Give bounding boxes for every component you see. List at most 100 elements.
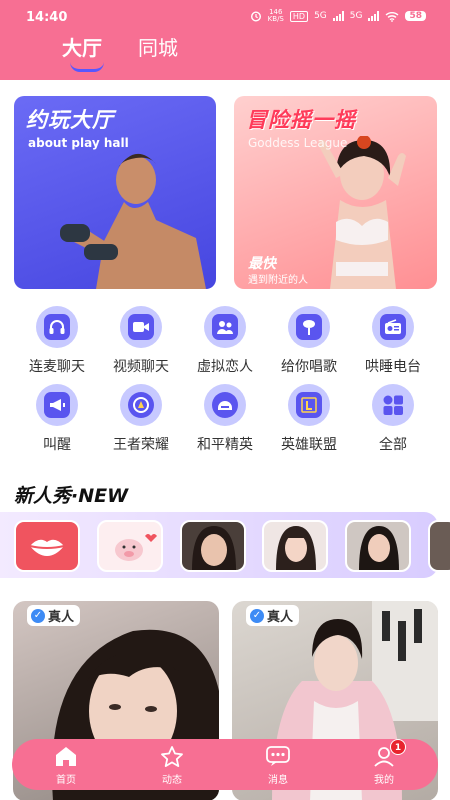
category-icon-inner xyxy=(380,392,406,418)
category-icon-inner xyxy=(380,314,406,340)
top-tabs: 大厅 同城 xyxy=(62,32,178,72)
girl-image xyxy=(318,136,406,289)
category-icon-inner xyxy=(44,314,70,340)
tab-same-city-label: 同城 xyxy=(138,36,178,60)
category-icon-inner xyxy=(296,392,322,418)
net-speed-unit: KB/S xyxy=(267,15,284,23)
category-voice-chat[interactable]: 连麦聊天 xyxy=(14,306,98,375)
banner-left-title: 约玩大厅 xyxy=(26,108,114,132)
new-user-avatar-5[interactable] xyxy=(345,520,411,572)
category-video-chat[interactable]: 视频聊天 xyxy=(98,306,182,375)
nav-moments-label: 动态 xyxy=(162,775,182,786)
verified-check-icon: ✓ xyxy=(250,608,264,623)
category-icon-bg xyxy=(288,384,330,426)
category-icon-bg xyxy=(120,384,162,426)
megaphone-icon xyxy=(50,399,65,411)
nav-icon-wrap xyxy=(159,743,185,769)
signal-1-label: 5G xyxy=(314,11,327,21)
signal-2-label: 5G xyxy=(349,11,363,21)
boxer-image xyxy=(60,153,206,289)
star-icon xyxy=(161,746,183,767)
chat-icon xyxy=(266,746,290,766)
notification-badge: 1 xyxy=(390,739,406,755)
category-icon-inner xyxy=(212,314,238,340)
category-label: 王者荣耀 xyxy=(113,437,169,453)
new-user-avatar-1[interactable] xyxy=(14,520,80,572)
category-sleep-radio[interactable]: 哄睡电台 xyxy=(350,306,434,375)
category-icon-inner xyxy=(128,314,154,340)
alarm-icon xyxy=(250,11,261,22)
verified-badge: ✓ 真人 xyxy=(246,605,300,626)
system-icons: 146 KB/S HD 5G 5G 58 xyxy=(250,9,426,23)
category-label: 视频聊天 xyxy=(113,359,169,375)
category-peace-elite[interactable]: 和平精英 xyxy=(182,384,266,453)
verified-check-icon: ✓ xyxy=(31,608,45,623)
girl-avatar-image xyxy=(276,526,316,570)
verified-badge: ✓ 真人 xyxy=(27,605,81,626)
category-icon-inner xyxy=(212,392,238,418)
wifi-icon xyxy=(386,11,399,22)
new-user-avatar-6[interactable] xyxy=(428,520,450,572)
category-icon-bg xyxy=(36,384,78,426)
king-glory-icon xyxy=(133,397,149,413)
category-icon-bg xyxy=(288,306,330,348)
header-bar: 14:40 146 KB/S HD 5G 5G 58 大厅 同城 xyxy=(0,0,450,80)
category-icon-inner xyxy=(296,314,322,340)
category-label: 英雄联盟 xyxy=(281,437,337,453)
adventure-shake-banner[interactable]: 冒险摇一摇 Goddess League 最快 遇到附近的人 xyxy=(234,96,437,289)
nav-moments[interactable]: 动态 xyxy=(142,743,202,786)
couple-icon xyxy=(217,321,233,334)
category-icon-inner xyxy=(128,392,154,418)
bottom-navigation: 首页 动态 消息 我的 1 xyxy=(12,739,438,790)
category-label: 哄睡电台 xyxy=(365,359,421,375)
category-icon-bg xyxy=(204,384,246,426)
nav-messages-label: 消息 xyxy=(268,775,288,786)
category-label: 连麦聊天 xyxy=(29,359,85,375)
active-tab-indicator xyxy=(70,62,104,72)
nav-profile[interactable]: 我的 1 xyxy=(354,739,414,786)
tab-hall-label: 大厅 xyxy=(62,36,102,60)
category-icon-bg xyxy=(204,306,246,348)
nav-home-label: 首页 xyxy=(56,775,76,786)
status-bar: 14:40 146 KB/S HD 5G 5G 58 xyxy=(0,0,450,34)
category-icon-bg xyxy=(372,384,414,426)
net-speed: 146 KB/S xyxy=(268,9,284,23)
category-league-of-legends[interactable]: 英雄联盟 xyxy=(266,384,350,453)
category-icon-bg xyxy=(372,306,414,348)
category-all[interactable]: 全部 xyxy=(350,384,434,453)
hd-icon: HD xyxy=(289,10,309,22)
banner-right-subtitle: Goddess League xyxy=(248,136,348,150)
category-label: 全部 xyxy=(379,437,407,453)
banner-left-subtitle: about play hall xyxy=(28,136,129,150)
category-icon-inner xyxy=(44,392,70,418)
home-icon xyxy=(56,747,76,766)
nav-home[interactable]: 首页 xyxy=(36,743,96,786)
category-label: 给你唱歌 xyxy=(281,359,337,375)
play-hall-banner[interactable]: 约玩大厅 about play hall xyxy=(14,96,216,289)
category-virtual-lover[interactable]: 虚拟恋人 xyxy=(182,306,266,375)
category-king-glory[interactable]: 王者荣耀 xyxy=(98,384,182,453)
lips-avatar-image xyxy=(29,539,65,556)
category-label: 叫醒 xyxy=(43,437,71,453)
banner-right-tag-sub: 遇到附近的人 xyxy=(248,275,308,286)
nav-icon-wrap xyxy=(53,743,79,769)
banner-right-title: 冒险摇一摇 xyxy=(246,108,356,132)
nav-messages[interactable]: 消息 xyxy=(248,743,308,786)
video-camera-icon xyxy=(133,322,149,332)
new-user-avatar-2[interactable] xyxy=(97,520,163,572)
headset-icon xyxy=(49,320,65,334)
status-time: 14:40 xyxy=(26,10,68,25)
new-user-avatar-3[interactable] xyxy=(180,520,246,572)
category-label: 和平精英 xyxy=(197,437,253,453)
tab-hall[interactable]: 大厅 xyxy=(62,32,104,72)
signal-1-icon xyxy=(332,11,344,21)
category-sing-for-you[interactable]: 给你唱歌 xyxy=(266,306,350,375)
radio-icon xyxy=(385,319,401,334)
new-user-avatar-4[interactable] xyxy=(262,520,328,572)
tab-same-city[interactable]: 同城 xyxy=(138,32,178,61)
banner-right-tag: 最快 xyxy=(248,256,276,272)
league-icon xyxy=(301,397,317,413)
new-section-title: 新人秀·NEW xyxy=(14,485,129,507)
category-wake-up[interactable]: 叫醒 xyxy=(14,384,98,453)
helmet-icon xyxy=(218,401,232,410)
